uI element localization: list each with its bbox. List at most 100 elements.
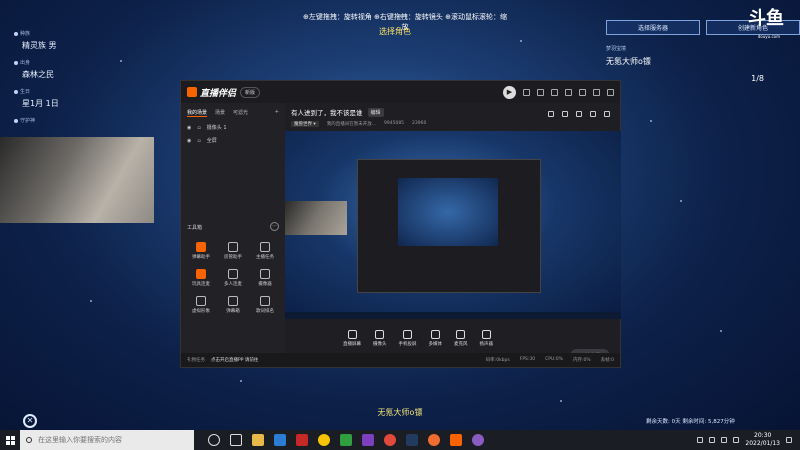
tool-label: 多人连麦 bbox=[224, 282, 242, 287]
microphone-icon bbox=[456, 329, 466, 339]
streaming-app-window: 直播伴侣 新版 ▶ 我的场景 场景 可滤光 + ◉ ▫ 摄像头 1 ◉ ▫ 全屏… bbox=[180, 80, 621, 368]
avatar-icon bbox=[196, 296, 206, 306]
close-icon[interactable] bbox=[607, 88, 614, 96]
game-client-icon[interactable] bbox=[428, 434, 440, 446]
control-microphone[interactable]: 麦克风 bbox=[454, 329, 468, 347]
category-select[interactable]: 魔兽世界 ▾ bbox=[291, 121, 319, 127]
select-server-button[interactable]: 选择服务器 bbox=[606, 20, 700, 35]
wechat-icon[interactable] bbox=[340, 434, 352, 446]
task-view-icon[interactable] bbox=[230, 434, 242, 446]
qq-icon[interactable] bbox=[296, 434, 308, 446]
media-icon bbox=[430, 329, 440, 339]
tab-my-scenes[interactable]: 我的场景 bbox=[187, 109, 208, 117]
control-media[interactable]: 多媒体 bbox=[429, 329, 442, 347]
network-icon[interactable] bbox=[721, 437, 728, 443]
stream-preview[interactable] bbox=[285, 131, 621, 319]
bell-icon[interactable] bbox=[590, 111, 596, 117]
info-value-origin: 森林之民 bbox=[22, 70, 54, 79]
info-label-origin: 出身 bbox=[14, 59, 134, 66]
control-speaker[interactable]: 扬声器 bbox=[480, 329, 493, 347]
cloud-icon[interactable] bbox=[709, 437, 716, 443]
streaming-app-icon[interactable] bbox=[450, 434, 462, 446]
volume-icon[interactable] bbox=[733, 437, 740, 443]
control-label: 摄像头 bbox=[373, 341, 387, 347]
search-input[interactable] bbox=[38, 436, 178, 444]
stream-title: 有人进到了，我不该是谁 bbox=[291, 109, 363, 117]
cortana-icon[interactable] bbox=[208, 434, 220, 446]
tool-danmu-box[interactable]: 弹幕箱 bbox=[217, 296, 249, 314]
info-label-guardian: 守护神 bbox=[14, 117, 134, 124]
system-tray: 20:30 2022/01/13 bbox=[697, 432, 800, 448]
visual-studio-icon[interactable] bbox=[362, 434, 374, 446]
eye-icon[interactable]: ◉ bbox=[187, 138, 191, 144]
taskbar-search[interactable] bbox=[20, 430, 194, 450]
tab-filters[interactable]: 可滤光 bbox=[233, 109, 248, 117]
stat-memory: 内存:0% bbox=[572, 358, 591, 363]
steam-icon[interactable] bbox=[406, 434, 418, 446]
phone-icon bbox=[403, 329, 412, 339]
browser-icon[interactable] bbox=[318, 434, 330, 446]
tool-label: 虚拟形象 bbox=[192, 309, 210, 314]
control-camera[interactable]: 摄像头 bbox=[373, 329, 387, 347]
settings-icon[interactable] bbox=[551, 88, 558, 96]
share-icon[interactable] bbox=[604, 111, 610, 117]
control-label: 直播屏幕 bbox=[343, 341, 361, 347]
tool-label: 摄像器 bbox=[258, 282, 272, 287]
play-icon[interactable]: ▶ bbox=[503, 85, 516, 99]
scene-item-camera[interactable]: ◉ ▫ 摄像头 1 bbox=[181, 121, 285, 134]
scene-sidebar: 我的场景 场景 可滤光 + ◉ ▫ 摄像头 1 ◉ ▫ 全屏 工具箱 ⋯ 弹幕助… bbox=[181, 103, 285, 353]
tool-toy-link[interactable]: 玩具连麦 bbox=[185, 269, 217, 287]
file-explorer-icon[interactable] bbox=[252, 434, 264, 446]
tool-danmu-assistant[interactable]: 弹幕助手 bbox=[185, 242, 217, 260]
add-scene-icon[interactable]: + bbox=[275, 109, 279, 117]
tool-host-tasks[interactable]: 主播任务 bbox=[249, 242, 281, 260]
character-page-indicator: 1/8 bbox=[751, 74, 764, 83]
more-icon[interactable]: ⋯ bbox=[270, 222, 279, 231]
stat-fps: FPS:30 bbox=[519, 357, 536, 362]
lock-icon[interactable]: ▫ bbox=[197, 125, 200, 131]
version-badge[interactable]: 新版 bbox=[240, 86, 261, 98]
gift-icon[interactable] bbox=[562, 111, 568, 117]
mail-icon[interactable] bbox=[274, 434, 286, 446]
room-notice: 我的直播间在暂未开放... bbox=[326, 122, 376, 127]
preview-inner-frame bbox=[398, 178, 498, 246]
character-info-panel: 种族 精灵族 男 出身 森林之民 生日 星1月 1日 守护神 bbox=[14, 30, 134, 124]
tab-scenes[interactable]: 场景 bbox=[215, 109, 225, 117]
fans-count: 9945085 bbox=[384, 121, 405, 126]
lock-icon[interactable]: ▫ bbox=[197, 138, 200, 144]
control-screen-capture[interactable]: 直播屏幕 bbox=[343, 329, 361, 347]
tool-recorder[interactable]: 摄像器 bbox=[249, 269, 281, 287]
control-phone-cast[interactable]: 手机投屏 bbox=[399, 329, 417, 347]
notification-icon[interactable] bbox=[576, 111, 582, 117]
taskbar-clock[interactable]: 20:30 2022/01/13 bbox=[745, 432, 780, 448]
tool-multi-link[interactable]: 多人连麦 bbox=[217, 269, 249, 287]
tray-expand-icon[interactable] bbox=[697, 437, 704, 443]
status-link[interactable]: 点击开启直播PP 请前往 bbox=[211, 357, 258, 363]
character-name-bottom: 无氪大师o镖 bbox=[377, 408, 423, 417]
webcam-overlay bbox=[0, 137, 154, 223]
menu-icon[interactable] bbox=[565, 88, 572, 96]
scene-item-fullscreen[interactable]: ◉ ▫ 全屏 bbox=[181, 134, 285, 147]
info-value-birthday: 星1月 1日 bbox=[22, 99, 59, 108]
game-launcher-icon[interactable] bbox=[472, 434, 484, 446]
status-task[interactable]: 礼物任务 bbox=[187, 357, 205, 363]
eye-icon[interactable]: ◉ bbox=[187, 125, 191, 131]
clock-time: 20:30 bbox=[754, 432, 772, 439]
character-slot-name[interactable]: 无氪大师o镖 bbox=[606, 56, 800, 67]
start-button[interactable] bbox=[0, 430, 20, 450]
message-icon[interactable] bbox=[523, 88, 530, 96]
app-name: 直播伴侣 bbox=[200, 88, 237, 99]
notification-center-icon[interactable] bbox=[786, 437, 792, 443]
chrome-icon[interactable] bbox=[384, 434, 396, 446]
tool-room-admin[interactable]: 房管助手 bbox=[217, 242, 249, 260]
minimize-icon[interactable] bbox=[579, 88, 586, 96]
tool-lyrics-rank[interactable]: 歌词排名 bbox=[249, 296, 281, 314]
maximize-icon[interactable] bbox=[593, 88, 600, 96]
xbox-icon[interactable]: ✕ bbox=[23, 414, 37, 428]
tool-avatar[interactable]: 虚拟形象 bbox=[185, 296, 217, 314]
edit-title-button[interactable]: 编辑 bbox=[367, 107, 384, 117]
skin-icon[interactable] bbox=[537, 88, 544, 96]
store-icon[interactable] bbox=[548, 111, 554, 117]
stat-dropped: 丢帧:0 bbox=[600, 358, 614, 363]
scene-label: 全屏 bbox=[206, 138, 217, 144]
